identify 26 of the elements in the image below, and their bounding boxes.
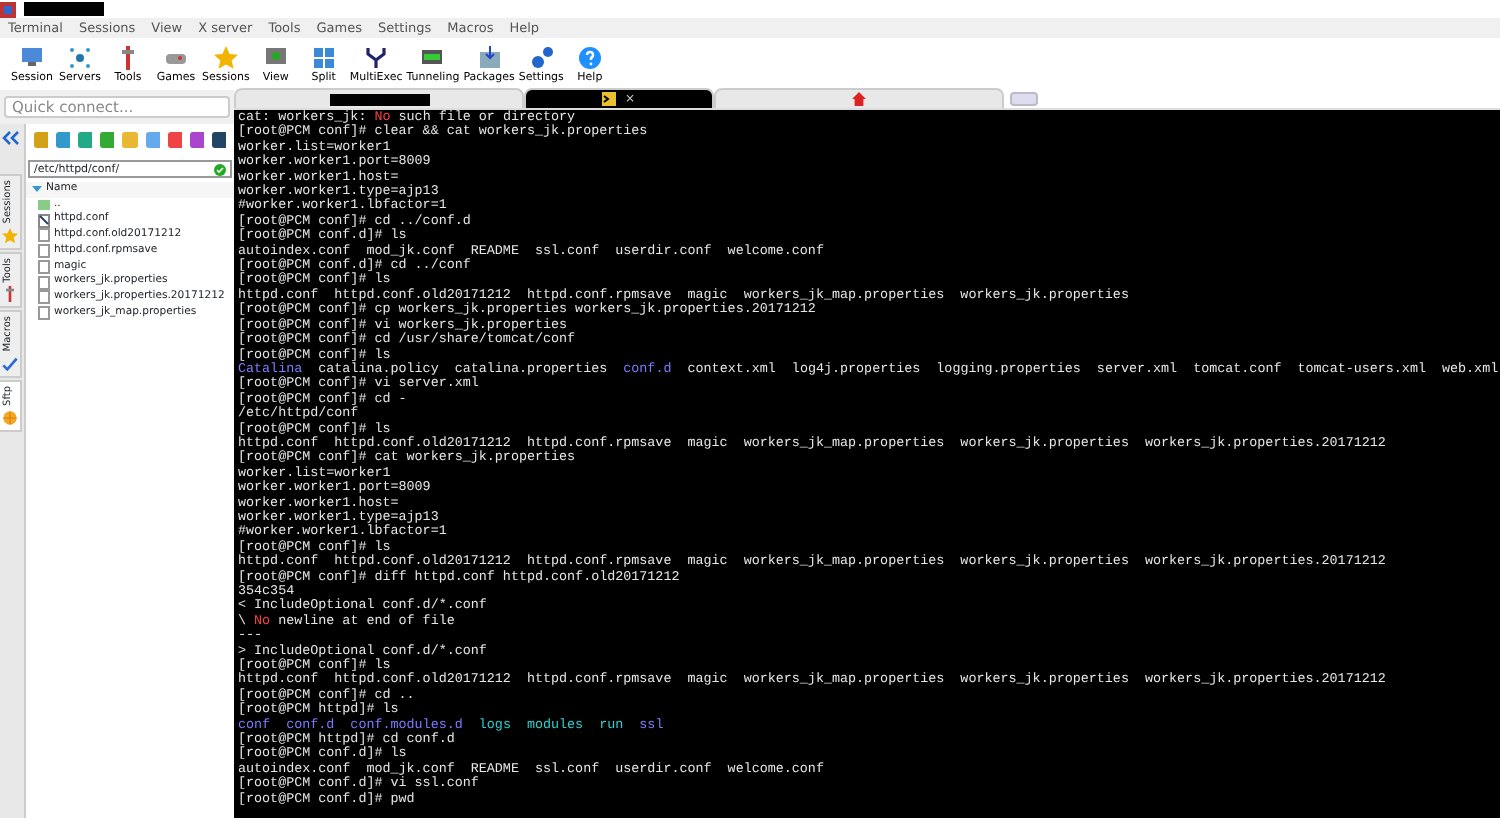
help-icon	[577, 46, 602, 70]
home-icon	[852, 92, 866, 106]
sort-icon	[32, 184, 42, 195]
check-icon	[214, 163, 226, 175]
collapse-icon[interactable]	[2, 130, 20, 146]
tunnel-icon	[420, 46, 445, 70]
settings-icon	[529, 46, 554, 70]
tools-icon	[116, 46, 140, 70]
monitor-icon	[20, 46, 44, 70]
star-icon	[2, 227, 18, 244]
split-icon	[311, 46, 336, 70]
fork-icon	[364, 46, 389, 70]
network-icon	[68, 46, 92, 70]
app-icon	[0, 1, 16, 17]
new-tab-button[interactable]	[1010, 92, 1038, 106]
redacted-title	[329, 93, 429, 105]
checkmark-icon	[2, 355, 18, 372]
star-icon	[213, 46, 238, 70]
package-icon	[477, 46, 502, 70]
tools-icon	[2, 286, 18, 303]
link-file-icon	[38, 213, 50, 228]
globe-icon	[2, 409, 18, 426]
redacted-title	[24, 2, 104, 16]
folder-icon	[38, 198, 50, 213]
display-icon	[263, 46, 288, 70]
session-tab[interactable]	[234, 88, 524, 108]
